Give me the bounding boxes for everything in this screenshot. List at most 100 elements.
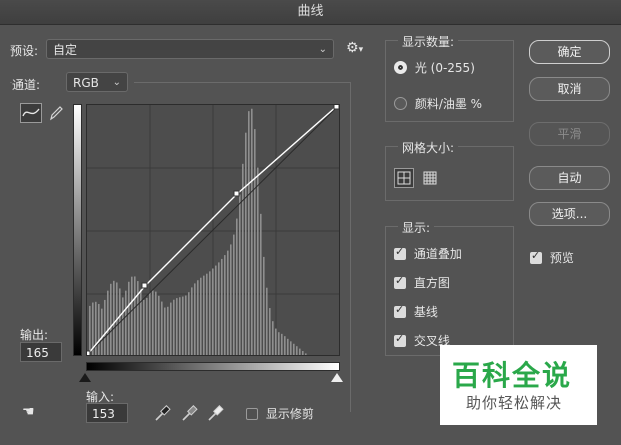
histogram-bar [296,346,298,355]
histogram-bar [287,338,289,355]
checkbox-box [394,303,406,318]
options-button[interactable]: 选项... [529,202,610,226]
histogram-bar [167,306,169,355]
grid-10-icon [423,171,437,185]
histogram-bar [107,290,109,355]
histogram-bar [203,275,205,355]
histogram-bar [164,307,166,355]
histogram-bar [188,292,190,355]
histogram-bar [200,277,202,355]
black-point-slider[interactable] [79,373,91,382]
input-field[interactable]: 153 [86,403,128,423]
grid-4-icon [397,171,411,185]
histogram-bar [158,295,160,355]
histogram-bar [128,281,130,355]
curve-svg [84,103,340,357]
histogram-bar [278,332,280,355]
histogram-bar [293,343,295,355]
histogram-bar [155,291,157,355]
histogram-bar [134,276,136,355]
cancel-button[interactable]: 取消 [529,77,610,101]
histogram-bar [257,167,259,355]
preview-checkbox[interactable]: 预览 [530,249,574,266]
histogram-bar [224,255,226,355]
curve-graph[interactable] [84,103,340,357]
preset-value: 自定 [53,43,78,57]
histogram-bar [302,350,304,355]
output-label: 输出: [20,328,49,342]
output-field[interactable]: 165 [20,342,62,362]
histogram-checkbox[interactable]: 直方图 [394,274,450,291]
checkbox-box [394,245,406,260]
histogram-bar [212,268,214,355]
curve-icon [22,108,40,117]
chevron-down-icon: ⌄ [112,77,121,88]
histogram-bar [146,297,148,355]
histogram-bar [131,276,133,355]
display-title: 显示: [398,219,435,236]
window-title: 曲线 [0,0,621,25]
histogram-bar [122,297,124,355]
output-gradient [73,104,82,356]
gray-eyedropper-icon[interactable] [180,404,198,425]
histogram-bar [230,244,232,355]
auto-button[interactable]: 自动 [529,166,610,190]
detailed-grid-button[interactable] [421,169,439,190]
simple-grid-button[interactable] [394,168,414,188]
ok-button[interactable]: 确定 [529,40,610,64]
preset-dropdown[interactable]: 自定 ⌄ [46,39,334,59]
histogram-bar [143,299,145,355]
histogram-bar [254,129,256,355]
histogram-bar [245,132,247,355]
histogram-bar [89,305,91,355]
baseline-checkbox[interactable]: 基线 [394,303,438,320]
show-clipping-checkbox[interactable]: 显示修剪 [246,405,314,422]
channel-dropdown[interactable]: RGB ⌄ [66,72,128,92]
input-gradient [86,362,340,371]
histogram-bar [305,353,307,355]
white-eyedropper-icon[interactable] [206,404,224,425]
watermark-title: 百科全说 [452,359,573,392]
histogram-bar [161,301,163,355]
frame-line [350,82,351,412]
histogram-bar [191,287,193,355]
curve-point[interactable] [233,190,240,197]
histogram-bar [194,283,196,355]
histogram-bar [170,302,172,355]
curve-point[interactable] [333,103,340,110]
histogram-bar [242,163,244,355]
histogram-bar [275,328,277,355]
histogram-bar [98,303,100,355]
pigment-label: 颜料/油墨 % [414,97,483,111]
histogram-bar [104,299,106,355]
white-point-slider[interactable] [331,373,343,382]
curve-point[interactable] [84,350,91,357]
histogram-bar [269,308,271,355]
histogram-bar [251,108,253,356]
curve-tool-button[interactable] [20,103,42,123]
channel-overlay-checkbox[interactable]: 通道叠加 [394,245,462,262]
histogram-bar [281,333,283,355]
histogram-bar [272,321,274,355]
light-radio[interactable]: 光 (0-255) [394,59,475,76]
histogram-bar [233,234,235,355]
histogram-bar [221,258,223,355]
gear-icon[interactable]: ⚙▾ [346,40,363,56]
light-label: 光 (0-255) [414,61,475,75]
histogram-bar [185,295,187,355]
curve-point[interactable] [141,282,148,289]
channel-value: RGB [73,76,99,90]
black-eyedropper-icon[interactable] [153,404,171,425]
preview-label: 预览 [549,251,574,265]
histogram-bar [176,298,178,355]
checkbox-box [394,332,406,347]
checkbox-box [246,408,258,420]
pigment-radio[interactable]: 颜料/油墨 % [394,95,482,112]
smooth-button[interactable]: 平滑 [529,122,610,146]
channel-label: 通道: [12,78,41,92]
hand-target-icon[interactable]: ☚ [22,404,35,420]
radio-dot [394,61,407,74]
histogram-bar [290,341,292,355]
histogram-bar [248,111,250,355]
pencil-tool-button[interactable] [47,104,65,125]
